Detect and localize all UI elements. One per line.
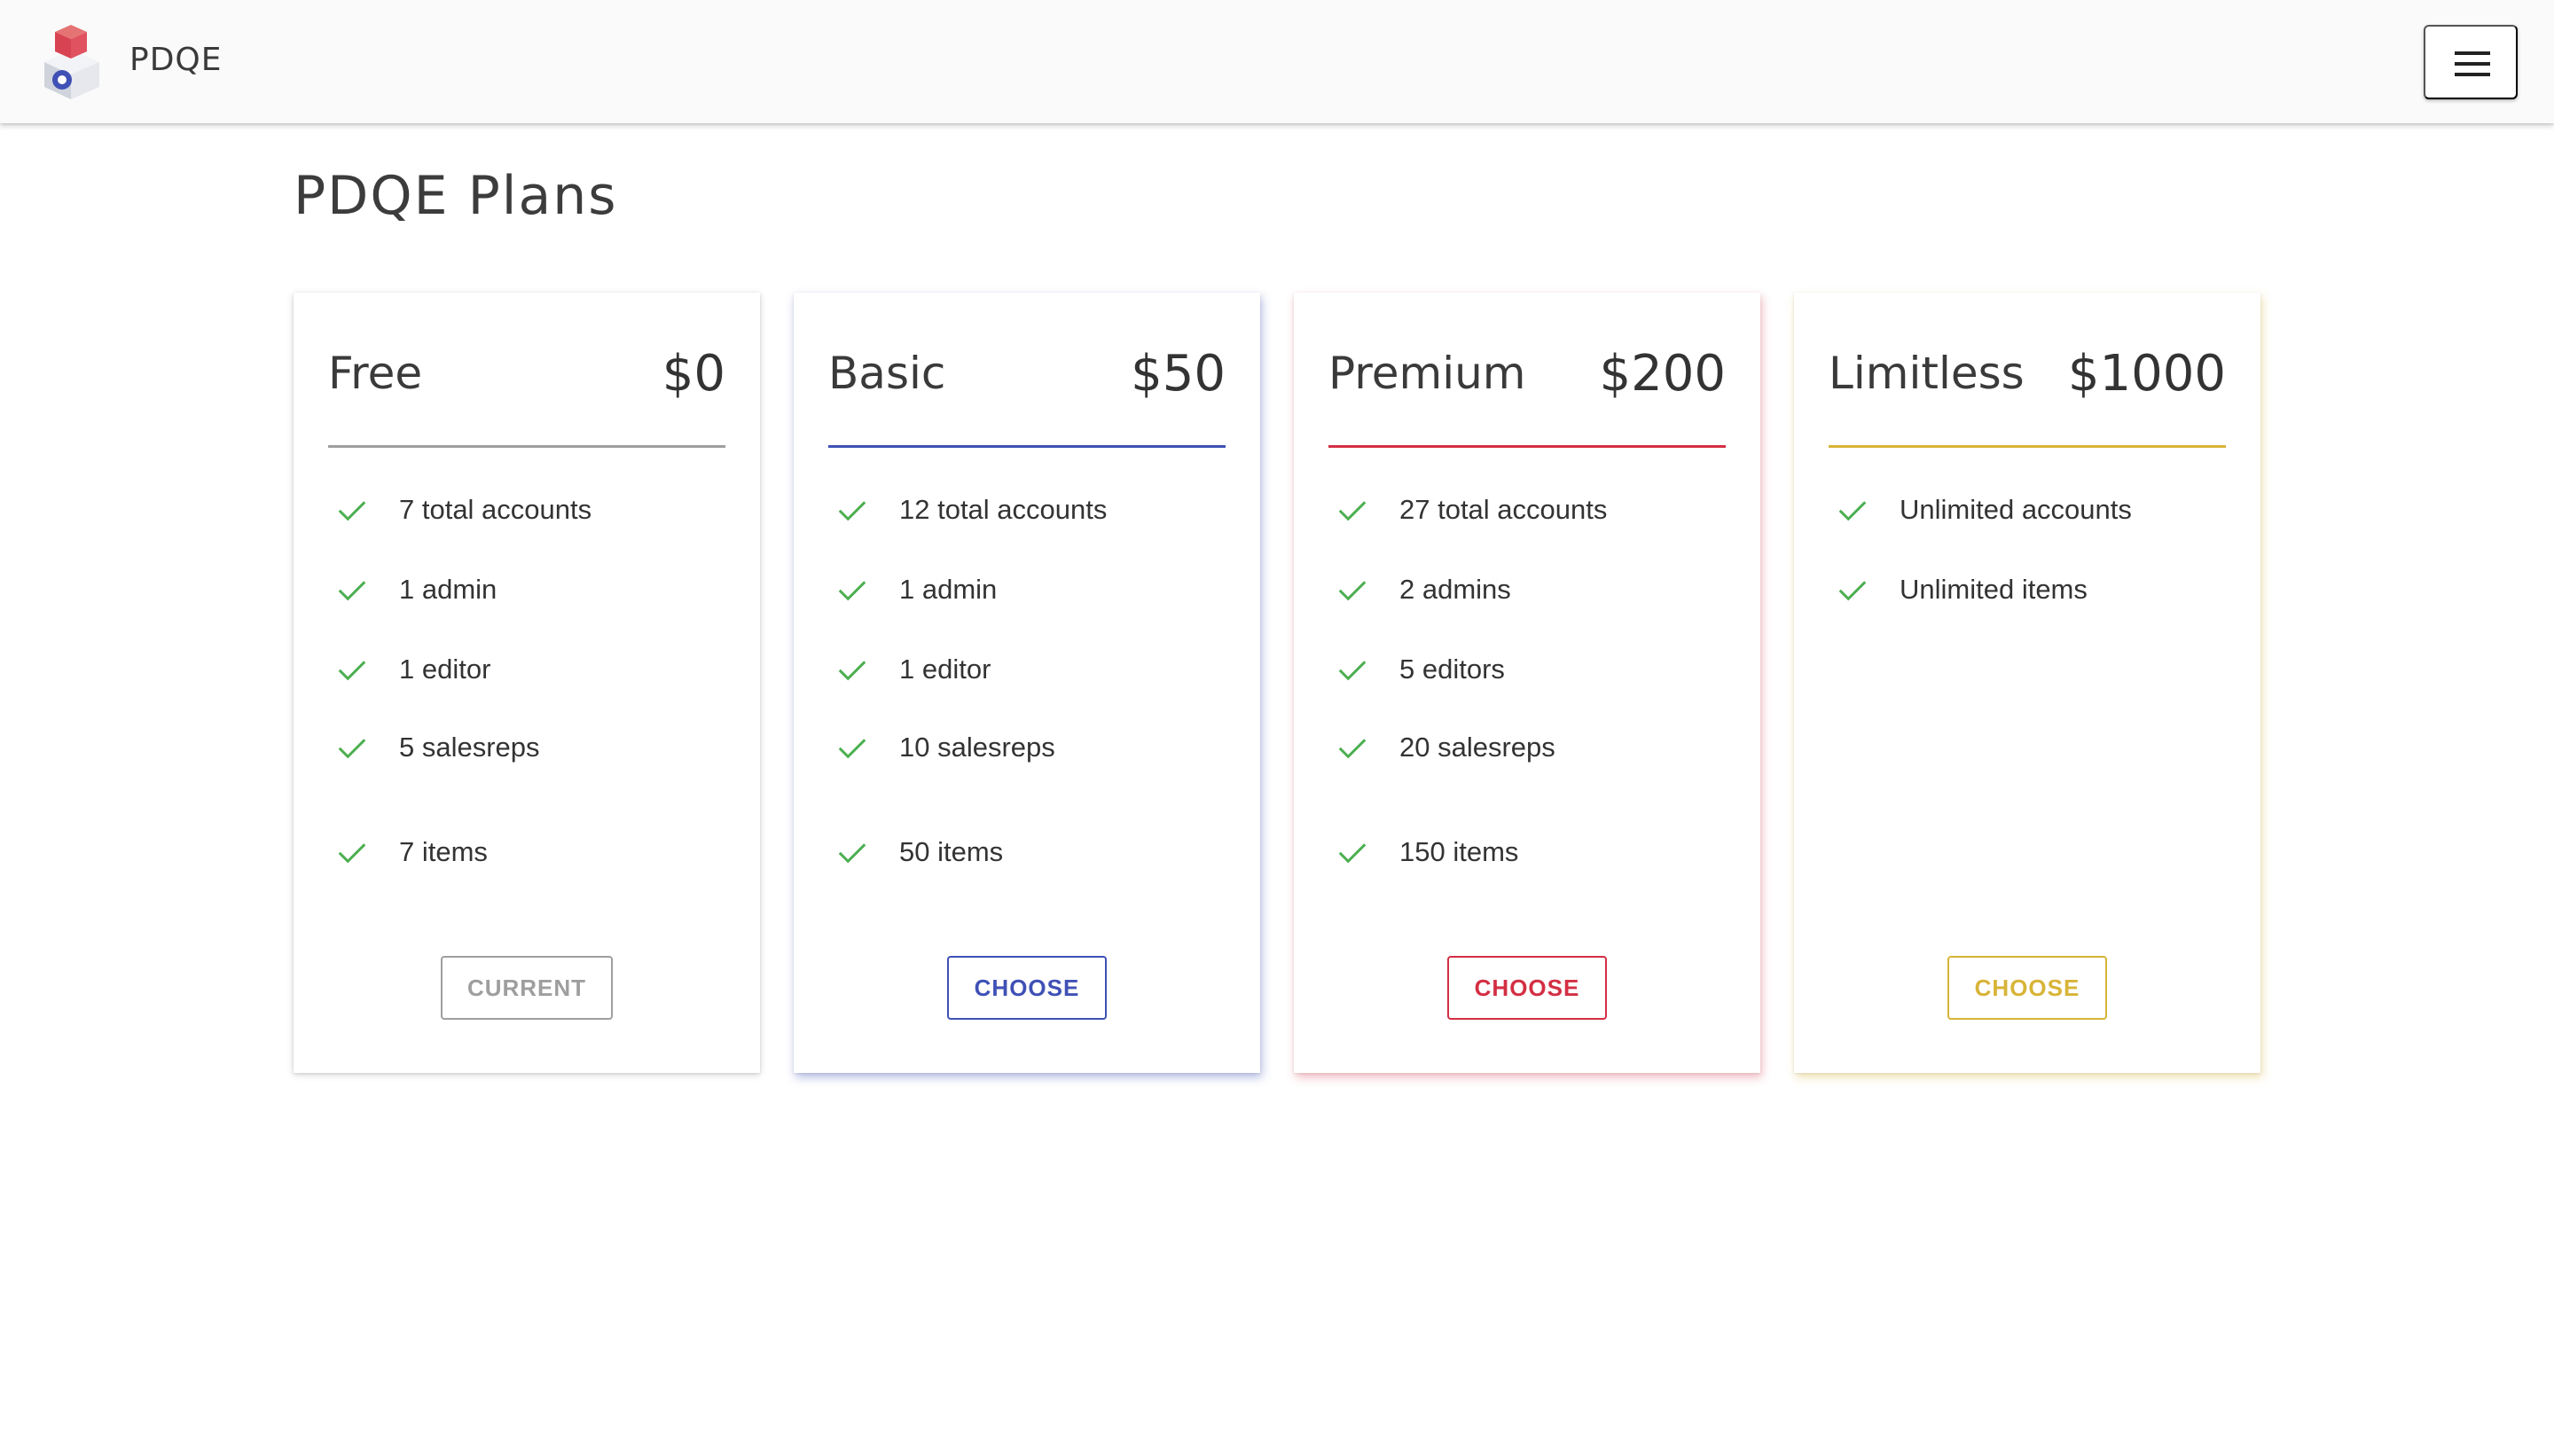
plan-price: $200 <box>1599 345 1726 403</box>
feature-item: 5 salesreps <box>328 725 725 770</box>
feature-label: 12 total accounts <box>899 494 1108 525</box>
check-icon <box>838 501 866 521</box>
choose-limitless-button[interactable]: CHOOSE <box>1947 956 2107 1020</box>
feature-item: 1 admin <box>828 568 1226 612</box>
check-icon <box>838 843 866 864</box>
feature-label: 7 total accounts <box>399 494 592 525</box>
page-title: PDQE Plans <box>294 165 618 227</box>
feature-item: 7 total accounts <box>328 488 725 532</box>
plan-divider <box>828 445 1226 448</box>
plan-name: Basic <box>828 348 946 399</box>
plan-name: Limitless <box>1829 348 2025 399</box>
check-icon <box>338 739 366 759</box>
feature-label: 50 items <box>899 836 1004 867</box>
check-icon <box>338 581 366 601</box>
feature-item: 1 editor <box>828 647 1226 692</box>
plan-divider <box>1829 445 2226 448</box>
feature-item: 50 items <box>828 830 1226 874</box>
menu-button[interactable] <box>2424 25 2518 99</box>
hamburger-menu-icon <box>2455 51 2490 76</box>
plan-divider <box>328 445 725 448</box>
check-icon <box>1338 501 1367 521</box>
feature-label: 1 admin <box>399 574 497 605</box>
feature-label: Unlimited accounts <box>1900 494 2132 525</box>
feature-item: Unlimited items <box>1829 568 2226 612</box>
check-icon <box>338 501 366 521</box>
plan-card-basic: Basic $50 12 total accounts 1 admin 1 ed… <box>794 293 1260 1073</box>
feature-label: 20 salesreps <box>1399 732 1555 763</box>
check-icon <box>838 739 866 759</box>
plan-name: Premium <box>1328 348 1526 399</box>
cube-box-logo-icon[interactable] <box>35 23 110 101</box>
check-icon <box>1838 581 1867 601</box>
feature-label: 7 items <box>399 836 488 867</box>
feature-item: 1 admin <box>328 568 725 612</box>
feature-item: 2 admins <box>1328 568 1726 612</box>
feature-label: Unlimited items <box>1900 574 2088 605</box>
plan-card-free: Free $0 7 total accounts 1 admin 1 edito… <box>294 293 760 1073</box>
feature-item: Unlimited accounts <box>1829 488 2226 532</box>
plan-divider <box>1328 445 1726 448</box>
feature-item: 7 items <box>328 830 725 874</box>
choose-basic-button[interactable]: CHOOSE <box>947 956 1107 1020</box>
current-plan-button[interactable]: CURRENT <box>441 956 613 1020</box>
feature-label: 1 admin <box>899 574 998 605</box>
feature-label: 27 total accounts <box>1399 494 1608 525</box>
feature-item: 150 items <box>1328 830 1726 874</box>
check-icon <box>1338 661 1367 681</box>
feature-item: 20 salesreps <box>1328 725 1726 770</box>
feature-label: 10 salesreps <box>899 732 1055 763</box>
feature-label: 5 editors <box>1399 654 1505 685</box>
check-icon <box>338 843 366 864</box>
plan-card-premium: Premium $200 27 total accounts 2 admins … <box>1294 293 1760 1073</box>
check-icon <box>1338 739 1367 759</box>
feature-item: 12 total accounts <box>828 488 1226 532</box>
check-icon <box>338 661 366 681</box>
check-icon <box>838 581 866 601</box>
feature-label: 1 editor <box>899 654 991 685</box>
check-icon <box>838 661 866 681</box>
feature-item: 1 editor <box>328 647 725 692</box>
feature-label: 5 salesreps <box>399 732 540 763</box>
plan-price: $50 <box>1131 345 1226 403</box>
choose-premium-button[interactable]: CHOOSE <box>1447 956 1607 1020</box>
plan-price: $1000 <box>2067 345 2226 403</box>
check-icon <box>1338 581 1367 601</box>
brand-name[interactable]: PDQE <box>129 44 223 76</box>
plan-card-limitless: Limitless $1000 Unlimited accounts Unlim… <box>1794 293 2260 1073</box>
check-icon <box>1838 501 1867 521</box>
app-bar: PDQE <box>0 0 2554 123</box>
feature-item: 5 editors <box>1328 647 1726 692</box>
feature-label: 1 editor <box>399 654 491 685</box>
feature-label: 2 admins <box>1399 574 1511 605</box>
check-icon <box>1338 843 1367 864</box>
plan-price: $0 <box>662 345 725 403</box>
feature-item: 10 salesreps <box>828 725 1226 770</box>
plan-name: Free <box>328 348 423 399</box>
feature-label: 150 items <box>1399 836 1519 867</box>
feature-item: 27 total accounts <box>1328 488 1726 532</box>
